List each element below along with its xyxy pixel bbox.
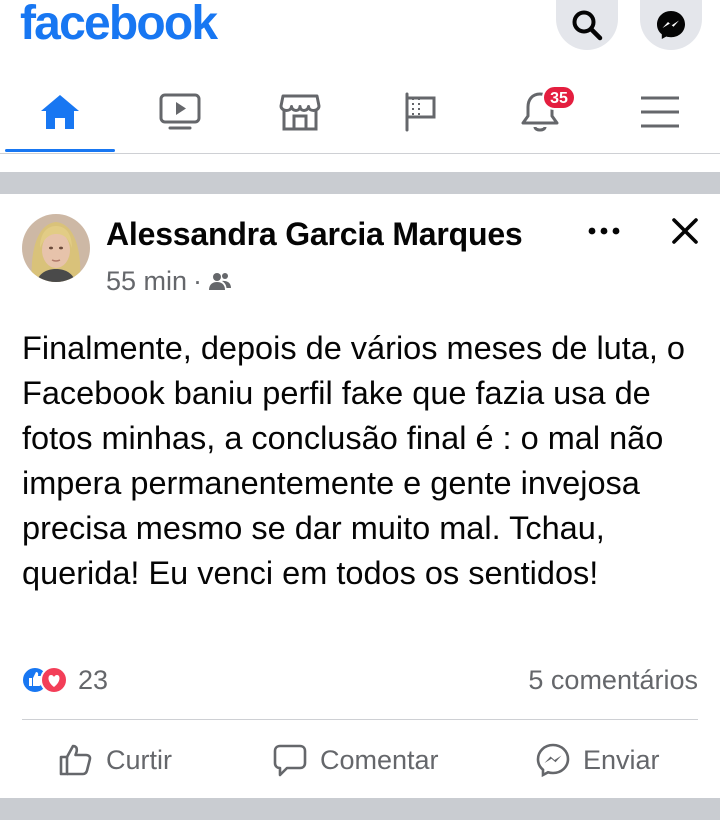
avatar[interactable] <box>22 214 90 282</box>
post-text: Finalmente, depois de vários meses de lu… <box>22 330 685 591</box>
main-tabs <box>0 72 720 154</box>
tab-marketplace[interactable] <box>240 72 360 152</box>
post-meta: 55 min · <box>106 266 232 297</box>
hamburger-icon <box>641 96 679 128</box>
hide-post-button[interactable] <box>664 210 706 252</box>
post-time[interactable]: 55 min <box>106 266 187 297</box>
home-icon <box>41 95 79 129</box>
post-card: Alessandra Garcia Marques 55 min · Final… <box>0 194 720 798</box>
search-icon <box>572 10 603 41</box>
messenger-button[interactable] <box>640 0 702 50</box>
tab-pages[interactable] <box>360 72 480 152</box>
comment-button[interactable]: Comentar <box>272 734 439 786</box>
like-reaction-icon <box>21 666 68 694</box>
tab-home[interactable] <box>0 72 120 152</box>
like-button[interactable]: Curtir <box>58 734 172 786</box>
search-button[interactable] <box>556 0 618 50</box>
profile-photo <box>22 214 90 282</box>
post-options-button[interactable] <box>582 216 626 246</box>
flag-icon <box>405 92 436 132</box>
top-bar: facebook <box>0 0 720 60</box>
comments-count[interactable]: 5 comentários <box>528 664 698 696</box>
store-icon <box>279 94 321 131</box>
friends-icon[interactable] <box>208 272 232 292</box>
post-actions: Curtir Comentar Enviar <box>0 734 720 786</box>
comment-icon <box>273 744 307 777</box>
close-icon <box>672 218 698 244</box>
notifications-badge: 35 <box>542 85 576 110</box>
like-label: Curtir <box>106 744 172 775</box>
tab-menu[interactable] <box>600 72 720 152</box>
send-label: Enviar <box>583 744 660 775</box>
reaction-count: 23 <box>78 664 109 695</box>
tab-notifications[interactable] <box>480 72 600 152</box>
post-separator <box>22 719 698 720</box>
thumbs-up-icon <box>59 744 92 776</box>
messenger-icon <box>657 11 685 39</box>
facebook-logo[interactable]: facebook <box>20 0 218 51</box>
feed-divider <box>0 172 720 194</box>
video-icon <box>159 93 201 130</box>
comment-label: Comentar <box>320 744 439 775</box>
tab-watch[interactable] <box>120 72 240 152</box>
send-button[interactable]: Enviar <box>535 734 660 786</box>
feed-divider-bottom <box>0 798 720 820</box>
more-icon <box>588 227 620 235</box>
messenger-send-icon <box>536 743 570 778</box>
post-author[interactable]: Alessandra Garcia Marques <box>106 216 523 253</box>
reactions-summary[interactable]: 23 <box>20 664 108 696</box>
meta-separator: · <box>193 266 203 296</box>
